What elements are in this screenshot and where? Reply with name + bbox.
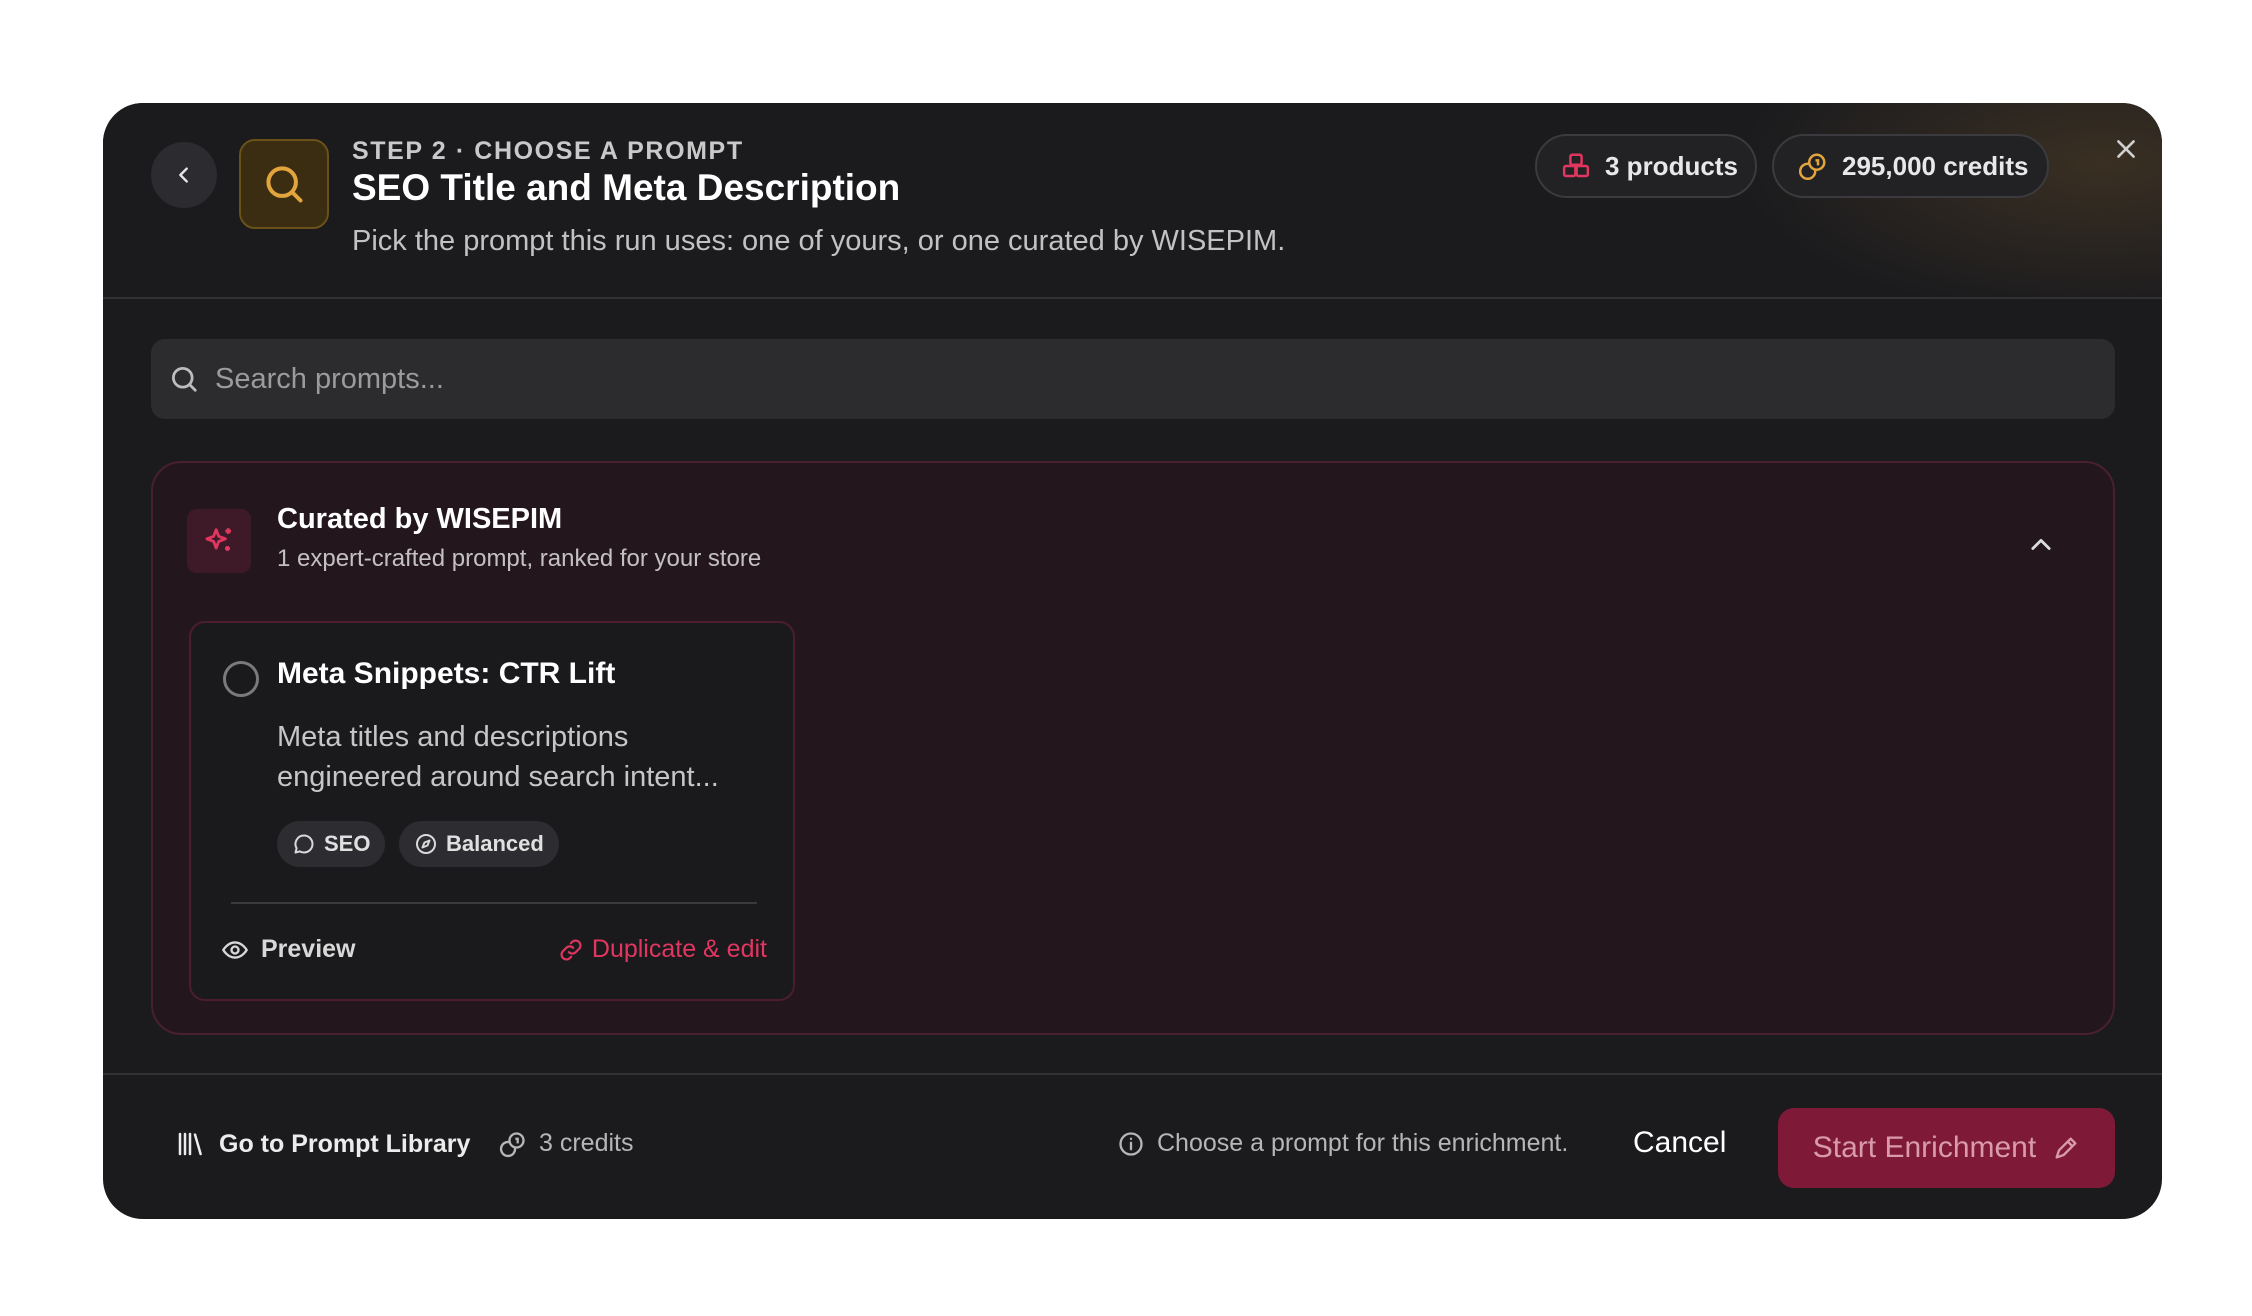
page-title: SEO Title and Meta Description <box>352 167 901 208</box>
search-bar <box>151 339 2115 419</box>
prompt-radio[interactable] <box>223 661 259 697</box>
library-icon <box>175 1129 205 1159</box>
preview-label: Preview <box>261 935 356 963</box>
hint-label: Choose a prompt for this enrichment. <box>1157 1129 1569 1157</box>
curated-section: Curated by WISEPIM 1 expert-crafted prom… <box>151 461 2115 1035</box>
cancel-button[interactable]: Cancel <box>1633 1126 1726 1160</box>
prompt-library-link[interactable]: Go to Prompt Library <box>175 1129 470 1159</box>
credits-pill: 295,000 credits <box>1772 134 2049 198</box>
info-icon <box>1117 1130 1145 1158</box>
footer-divider <box>103 1073 2162 1075</box>
message-circle-icon <box>292 832 316 856</box>
compass-icon <box>414 832 438 856</box>
tag-label: SEO <box>324 831 371 856</box>
library-label: Go to Prompt Library <box>219 1129 471 1158</box>
card-divider <box>231 902 757 904</box>
curated-badge <box>187 509 251 573</box>
search-icon <box>262 162 306 206</box>
coins-icon <box>1798 151 1828 181</box>
close-icon <box>2113 136 2139 162</box>
modal-header: STEP 2 · CHOOSE A PROMPT SEO Title and M… <box>103 103 2162 299</box>
search-icon <box>169 364 199 394</box>
back-button[interactable] <box>151 142 217 208</box>
chevron-up-icon <box>2027 531 2055 559</box>
start-enrichment-button[interactable]: Start Enrichment <box>1778 1108 2115 1188</box>
duplicate-label: Duplicate & edit <box>591 935 767 963</box>
products-pill: 3 products <box>1535 134 1757 198</box>
prompt-title: Meta Snippets: CTR Lift <box>277 657 616 690</box>
search-input[interactable] <box>213 361 2013 397</box>
chevron-left-icon <box>173 164 195 186</box>
start-label: Start Enrichment <box>1812 1131 2037 1164</box>
prompt-selection-modal: STEP 2 · CHOOSE A PROMPT SEO Title and M… <box>103 103 2162 1219</box>
credits-cost: 3 credits <box>499 1129 633 1158</box>
tag-balanced: Balanced <box>399 821 559 867</box>
boxes-icon <box>1561 151 1591 181</box>
selection-hint: Choose a prompt for this enrichment. <box>1117 1129 1568 1158</box>
credits-cost-label: 3 credits <box>539 1129 634 1157</box>
prompt-description: Meta titles and descriptions engineered … <box>277 721 719 793</box>
close-button[interactable] <box>2104 127 2148 171</box>
prompt-card[interactable]: Meta Snippets: CTR Lift Meta titles and … <box>189 621 795 1001</box>
sparkles-icon <box>202 524 236 558</box>
curated-subtitle: 1 expert-crafted prompt, ranked for your… <box>277 545 762 572</box>
step-label: STEP 2 · CHOOSE A PROMPT <box>352 137 744 165</box>
credits-balance: 295,000 credits <box>1842 150 2029 181</box>
page-subtitle: Pick the prompt this run uses: one of yo… <box>352 225 1286 257</box>
coins-icon <box>499 1130 527 1158</box>
preview-button[interactable]: Preview <box>221 935 356 964</box>
curated-title: Curated by WISEPIM <box>277 503 563 535</box>
tag-label: Balanced <box>446 831 544 856</box>
tag-seo: SEO <box>277 821 386 867</box>
eye-icon <box>221 936 249 964</box>
collapse-curated-button[interactable] <box>2019 523 2063 567</box>
duplicate-edit-button[interactable]: Duplicate & edit <box>558 935 767 964</box>
link-icon <box>558 937 584 963</box>
products-count: 3 products <box>1605 150 1738 181</box>
wand-icon <box>2052 1134 2080 1162</box>
step-badge <box>239 139 329 229</box>
